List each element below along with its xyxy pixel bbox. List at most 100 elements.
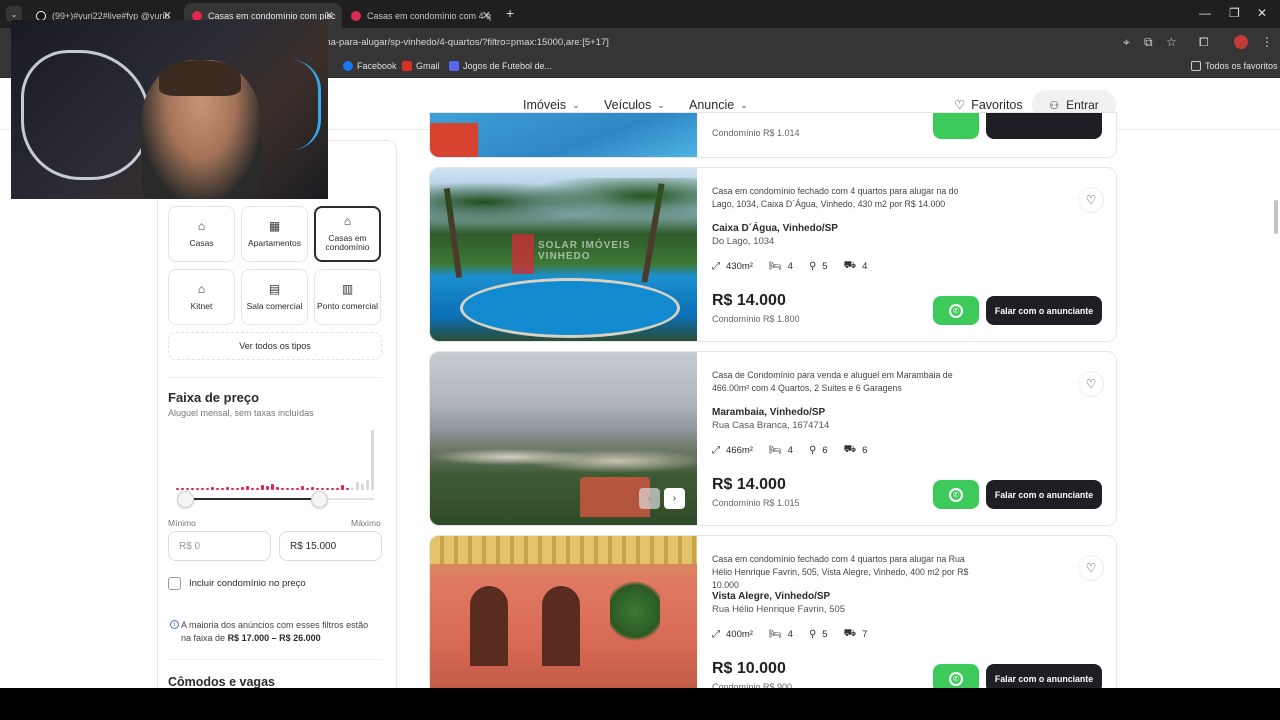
page-scrollbar-thumb[interactable] [1274,200,1278,234]
whatsapp-button[interactable] [933,113,979,139]
listing-photo[interactable]: ‹ › [430,352,697,525]
listing-card[interactable]: SOLAR IMÓVEIS VINHEDO Casa em condomínio… [429,167,1117,342]
histogram-bar [181,488,184,490]
house-icon: ⌂ [197,218,206,233]
histogram-bar [336,488,339,490]
price-histogram [176,428,376,490]
close-tab-icon[interactable]: ✕ [482,9,491,22]
histogram-bar [226,487,229,490]
feature-bedrooms: 🛏︎ 4 [768,629,793,640]
price-slider-max-thumb[interactable] [311,491,328,508]
feature-bedrooms: 🛏︎ 4 [768,445,793,456]
whatsapp-icon: ✆ [949,671,963,686]
histogram-bar [371,430,374,490]
new-tab-icon[interactable]: + [506,5,514,21]
histogram-bar [321,488,324,490]
whatsapp-button[interactable]: ✆ [933,296,979,325]
favorite-heart-icon[interactable]: ♡ [1078,187,1104,213]
price-info-text: A maioria dos anúncios com esses filtros… [181,620,369,643]
listing-card[interactable]: Casa em condomínio fechado com 4 quartos… [429,535,1117,705]
chevron-down-icon: ⌄ [657,99,665,110]
browser-menu-icon[interactable]: ⋮ [1261,35,1273,49]
building-icon: ▦ [268,218,281,233]
close-window-icon[interactable]: ✕ [1257,6,1267,20]
whatsapp-icon: ✆ [949,487,963,502]
install-app-icon[interactable]: ⧉ [1144,35,1153,50]
favorite-heart-icon[interactable]: ♡ [1078,371,1104,397]
nav-anuncie[interactable]: Anuncie ⌄ [689,98,748,112]
watermark-text: SOLAR IMÓVEIS VINHEDO [538,240,631,262]
listing-description: Casa em condomínio fechado com 4 quartos… [712,554,969,590]
bed-icon: 🛏︎ [768,629,782,640]
histogram-bar [231,488,234,490]
favorites-link[interactable]: ♡ Favoritos [954,97,1023,113]
min-label: Mínimo [168,518,196,528]
minimize-icon[interactable]: — [1199,6,1211,20]
whatsapp-button[interactable]: ✆ [933,480,979,509]
chevron-down-icon: ⌄ [740,99,748,110]
contact-advertiser-button[interactable]: Falar com o anunciante [986,480,1102,509]
price-slider-min-thumb[interactable] [177,491,194,508]
listing-price: R$ 14.000 [712,292,786,309]
histogram-bar [191,488,194,490]
tab-title: (99+)#yuri22#live#fyp @yurib [52,10,170,21]
bookmark-gmail[interactable]: Gmail [402,61,440,71]
all-bookmarks-folder[interactable]: Todos os favoritos [1191,61,1278,71]
histogram-bar [311,487,314,490]
type-apartamentos[interactable]: ▦ Apartamentos [241,206,308,262]
listing-photo[interactable]: SOLAR IMÓVEIS VINHEDO [430,168,697,341]
feature-parking: ⛟ 4 [843,260,868,272]
contact-button[interactable] [986,113,1102,139]
include-condo-checkbox[interactable] [168,577,181,590]
listing-features: ⤢ 430m² 🛏︎ 4 ⚲ 5 ⛟ 4 [712,260,883,273]
bookmark-star-icon[interactable]: ☆ [1166,35,1177,49]
type-sala-comercial[interactable]: ▤ Sala comercial [241,269,308,325]
listing-card[interactable]: ‹ › Casa de Condomínio para venda e alug… [429,351,1117,526]
photo-prev-button[interactable]: ‹ [639,488,660,509]
histogram-bar [296,488,299,490]
see-all-types-button[interactable]: Ver todos os tipos [168,332,382,360]
listing-description: Casa de Condomínio para venda e aluguel … [712,370,953,393]
type-casas[interactable]: ⌂ Casas [168,206,235,262]
office-icon: ▤ [268,281,281,296]
histogram-bar [271,484,274,490]
tab-casas-condominio-4-quartos[interactable]: Casas em condomínio com 4 q ✕ [343,3,499,28]
filter-sidebar: ⌂ Casas ▦ Apartamentos ⌂ Casas em condom… [157,140,397,700]
contact-advertiser-button[interactable]: Falar com o anunciante [986,296,1102,325]
profile-avatar[interactable] [1234,35,1248,49]
histogram-bar [306,488,309,490]
favorite-heart-icon[interactable]: ♡ [1078,555,1104,581]
listing-photo[interactable] [430,536,697,704]
histogram-bar [291,488,294,490]
histogram-bar [281,488,284,490]
type-kitnet[interactable]: ⌂ Kitnet [168,269,235,325]
site-favicon-icon [192,10,202,21]
price-slider-track [185,498,319,500]
min-price-input[interactable]: R$ 0 [168,531,271,561]
max-price-input[interactable]: R$ 15.000 [279,531,382,561]
restore-icon[interactable]: ❐ [1229,6,1240,20]
chevron-down-icon: ⌄ [572,99,580,110]
bookmark-facebook[interactable]: Facebook [343,61,397,71]
nav-imoveis[interactable]: Imóveis ⌄ [523,98,580,112]
car-icon: ⛟ [843,628,857,639]
bookmark-jogos[interactable]: Jogos de Futebol de... [449,61,552,71]
histogram-bar [356,482,359,490]
nav-veiculos[interactable]: Veículos ⌄ [604,98,665,112]
histogram-bar [216,488,219,490]
user-icon: ⚇ [1049,99,1060,112]
listing-card-partial[interactable]: Condomínio R$ 1.014 [429,112,1117,158]
bed-icon: 🛏︎ [768,261,782,272]
tab-title: Casas em condomínio com pisc [208,10,336,21]
type-casas-em-condominio[interactable]: ⌂ Casas em condomínio [314,206,381,262]
location-icon[interactable]: ⌖ [1123,35,1130,50]
histogram-bar [176,488,179,490]
area-icon: ⤢ [712,261,720,272]
extensions-icon[interactable]: ⧠ [1199,35,1209,50]
type-ponto-comercial[interactable]: ▥ Ponto comercial [314,269,381,325]
listing-location: Vista Alegre, Vinhedo/SP [712,591,831,602]
bottom-black-bar [0,688,1280,720]
address-bar[interactable]: ena-para-alugar/sp-vinhedo/4-quartos/?fi… [320,37,609,48]
feature-bathrooms: ⚲ 6 [808,445,828,456]
photo-next-button[interactable]: › [664,488,685,509]
